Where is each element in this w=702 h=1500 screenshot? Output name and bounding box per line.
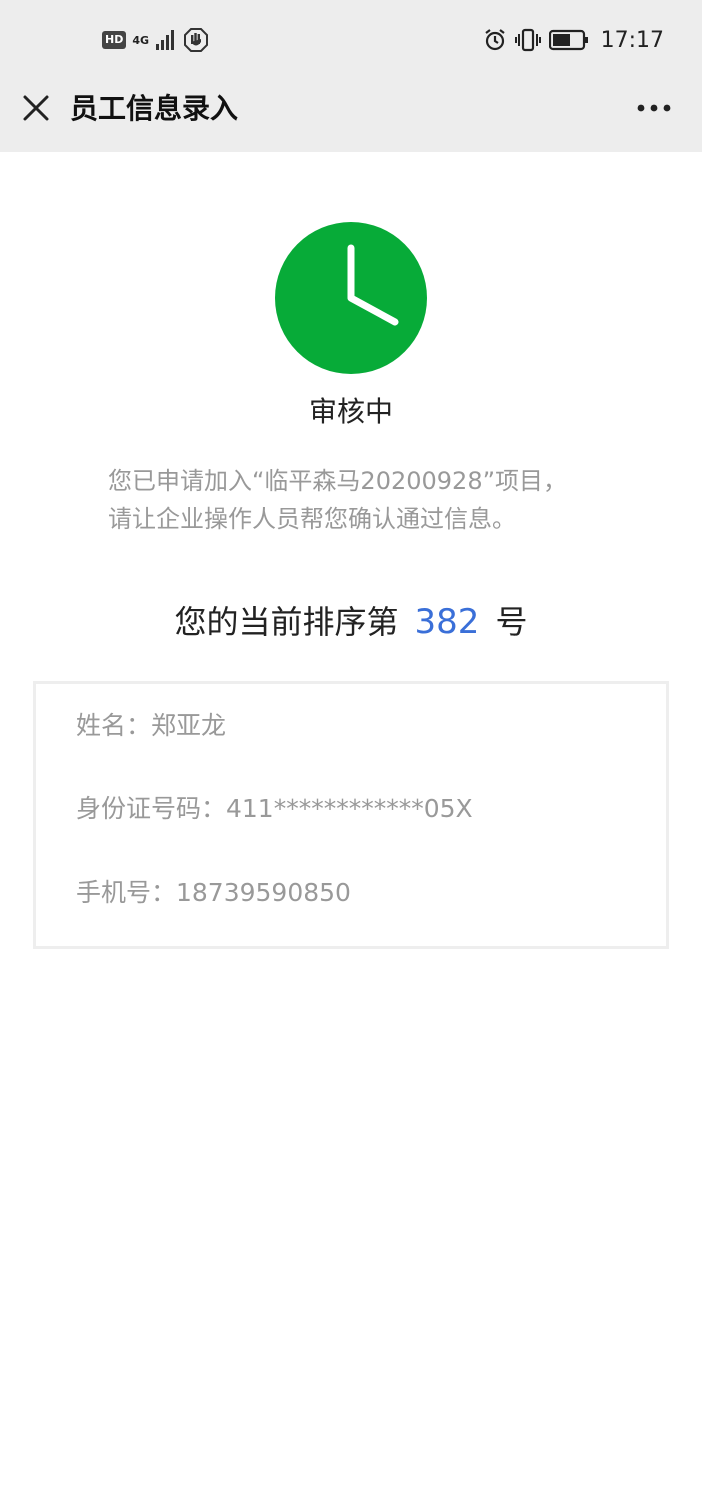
hand-icon (184, 28, 209, 52)
nav-bar: 员工信息录入 (0, 80, 702, 152)
network-type: 4G (132, 33, 150, 47)
queue-prefix: 您的当前排序第 (174, 603, 399, 641)
queue-number: 382 (414, 602, 480, 642)
more-icon (637, 104, 671, 112)
page-title: 员工信息录入 (70, 92, 239, 125)
info-name: 姓名：郑亚龙 (76, 711, 227, 740)
status-bar-left: HD 4G (102, 27, 209, 53)
info-id-number: 身份证号码：411************05X (76, 794, 473, 823)
queue-suffix: 号 (495, 603, 528, 641)
status-bar-right: 17:17 (483, 25, 664, 55)
hd-badge: HD (102, 31, 127, 49)
info-phone: 手机号：18739590850 (76, 878, 351, 907)
more-button[interactable] (634, 96, 674, 120)
battery-icon (548, 29, 588, 51)
close-icon (23, 95, 49, 121)
status-title: 审核中 (308, 395, 393, 428)
status-message: 您已申请加入“临平森马20200928”项目， 请让企业操作人员帮您确认通过信息… (108, 462, 608, 538)
clock-icon (275, 222, 427, 374)
alarm-icon (484, 29, 505, 51)
message-line-2: 请让企业操作人员帮您确认通过信息。 (108, 505, 516, 533)
close-button[interactable] (18, 90, 54, 126)
status-time: 17:17 (600, 27, 664, 53)
message-line-1: 您已申请加入“临平森马20200928”项目， (108, 467, 568, 495)
status-bar: HD 4G 17:17 (0, 0, 702, 80)
info-card: 姓名：郑亚龙 身份证号码：411************05X 手机号：1873… (33, 681, 669, 949)
vibrate-icon (514, 28, 541, 52)
queue-position: 您的当前排序第 382 号 (0, 596, 702, 648)
signal-icon (156, 30, 175, 50)
